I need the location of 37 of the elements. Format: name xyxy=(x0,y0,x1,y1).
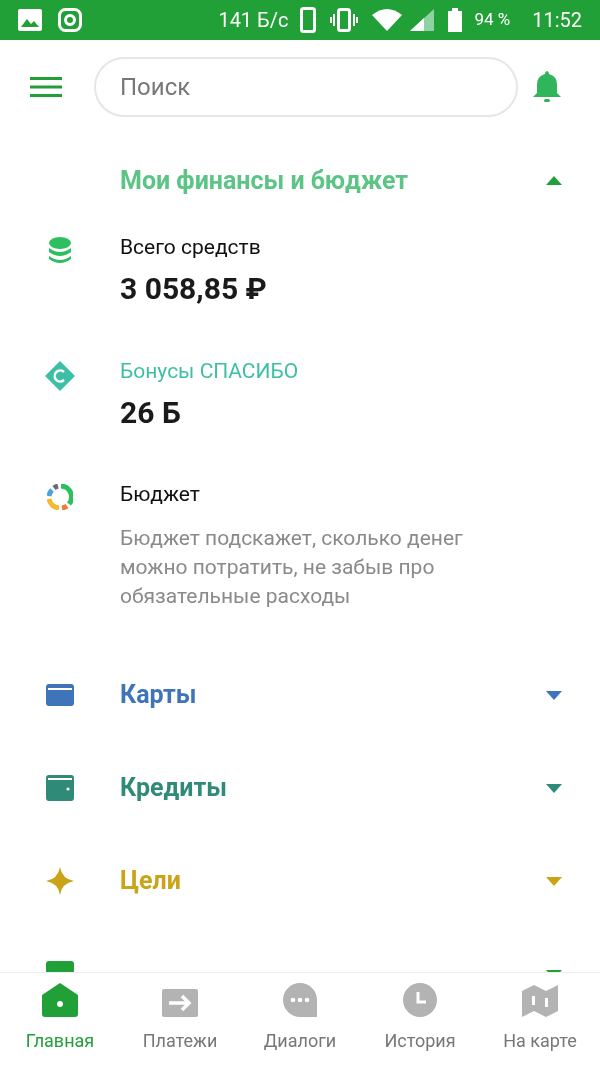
nav-tab[interactable]: История xyxy=(360,973,480,1066)
section-title[interactable]: Кредиты xyxy=(120,769,227,807)
bonus-diamond-icon xyxy=(45,360,75,391)
clock-time: 11:52 xyxy=(532,7,582,34)
home-icon xyxy=(42,983,78,1017)
notification-bell-icon[interactable] xyxy=(532,71,562,103)
item-amount: 26 Б xyxy=(120,393,182,432)
search-field[interactable]: Поиск xyxy=(94,57,518,117)
nav-tab[interactable]: Диалоги xyxy=(240,973,360,1066)
expand-caret-icon[interactable] xyxy=(546,783,562,793)
map-icon xyxy=(522,985,558,1017)
nav-tab[interactable]: На карте xyxy=(480,973,600,1066)
expand-caret-icon[interactable] xyxy=(546,690,562,700)
item-label[interactable]: Бюджет xyxy=(120,479,520,508)
item-amount: 3 058,85 ₽ xyxy=(120,269,267,308)
vibrate-icon xyxy=(330,8,359,32)
coin-stack-icon xyxy=(49,236,71,265)
battery-level: 94 % xyxy=(474,8,511,32)
nav-tab[interactable]: Главная xyxy=(0,973,120,1066)
section-title[interactable]: Цели xyxy=(120,862,181,900)
phone-icon xyxy=(300,7,317,33)
budget-description: Бюджет подскажет, сколько денег можно потратить, не забыв про обязательные расходы xyxy=(120,524,464,610)
image-icon xyxy=(18,9,42,31)
camera-icon xyxy=(58,8,82,32)
budget-ring-icon xyxy=(47,483,73,510)
chat-bubble-icon xyxy=(283,983,317,1017)
section-title[interactable]: Карты xyxy=(120,676,197,714)
wifi-icon xyxy=(372,9,403,31)
network-speed: 141 Б/с xyxy=(218,7,289,34)
collapse-caret-icon[interactable] xyxy=(546,176,562,186)
expand-caret-icon[interactable] xyxy=(546,876,562,886)
menu-icon[interactable] xyxy=(30,77,62,97)
item-label[interactable]: Всего средств xyxy=(120,232,267,261)
item-label[interactable]: Бонусы СПАСИБО xyxy=(120,356,299,385)
battery-icon xyxy=(448,8,463,32)
nav-tab[interactable]: Платежи xyxy=(120,973,240,1066)
clock-icon xyxy=(403,983,437,1017)
